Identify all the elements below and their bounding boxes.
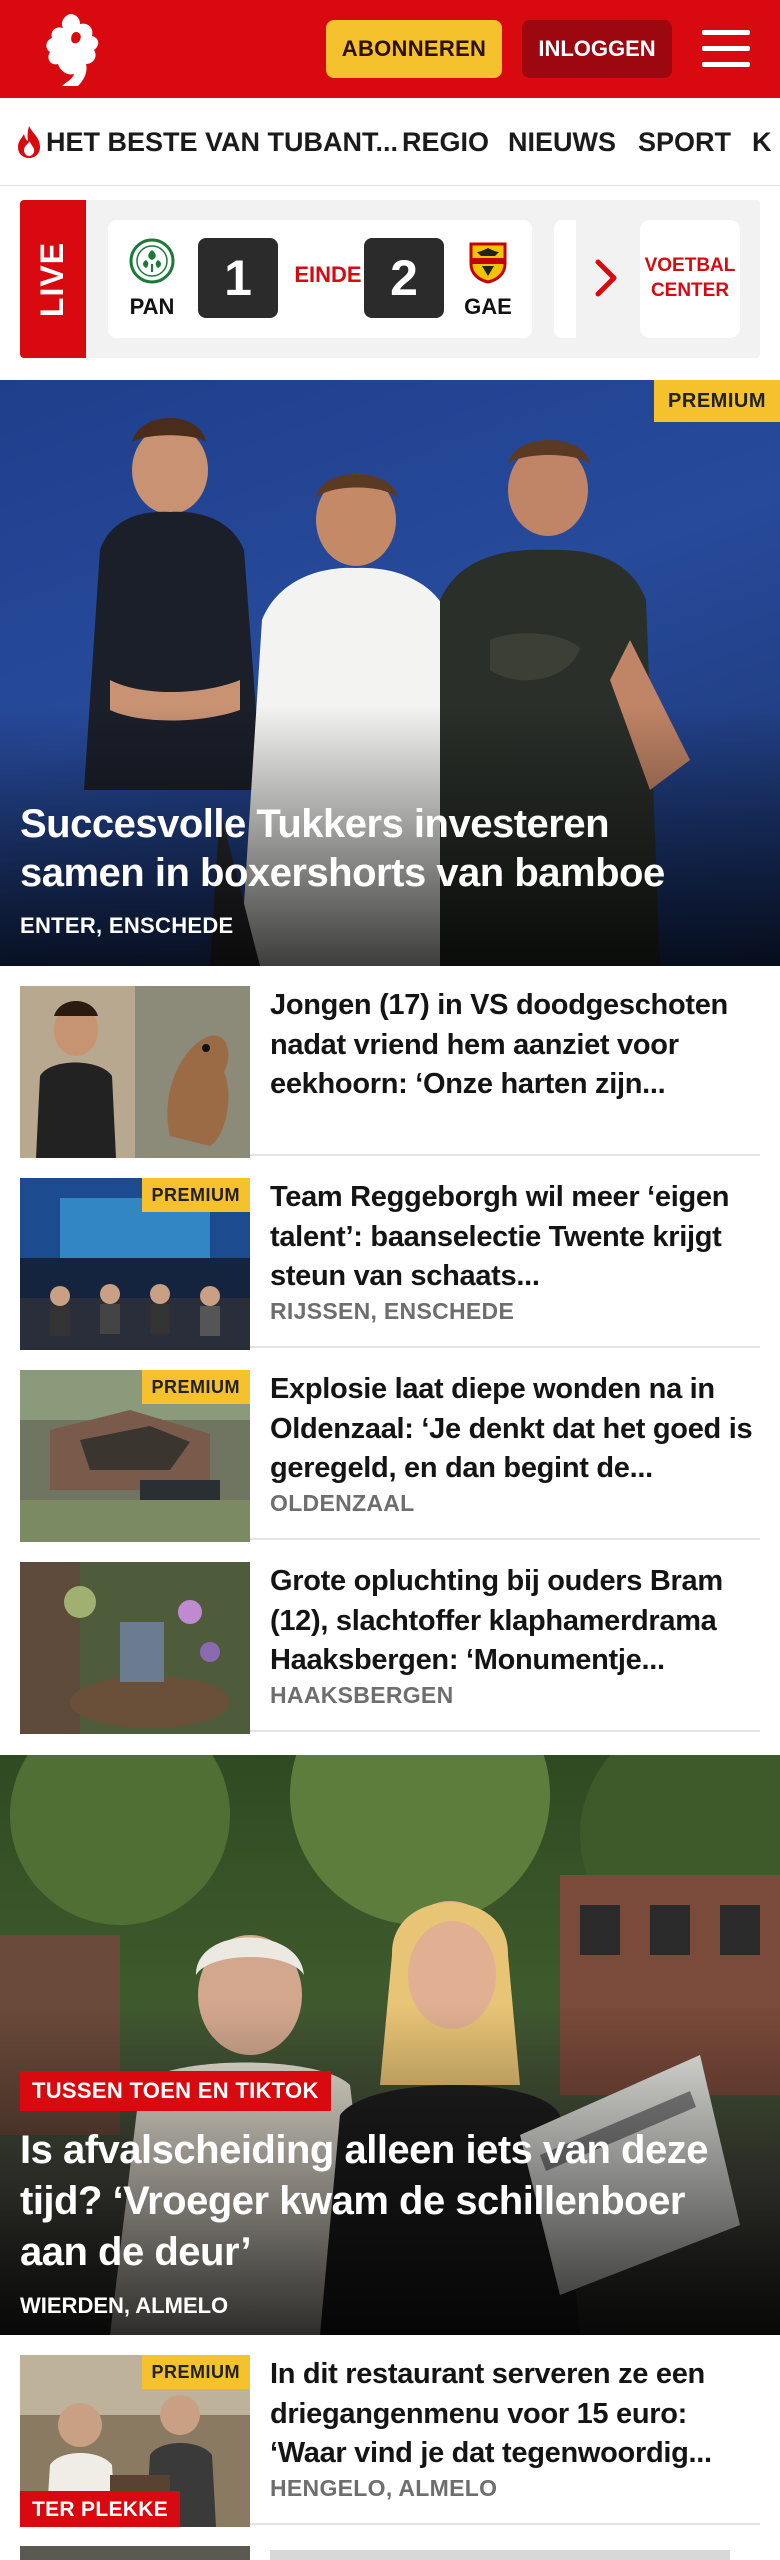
hero-location: ENTER, ENSCHEDE	[20, 913, 234, 938]
list-item[interactable]: PREMIUM Explosie laat diepe wonden na in…	[20, 1350, 760, 1542]
hamburger-menu-icon[interactable]	[702, 28, 750, 70]
article-thumbnail	[20, 1562, 250, 1734]
article-title[interactable]: Explosie laat diepe wonden na in Oldenza…	[270, 1370, 760, 1489]
article-location: HENGELO, ALMELO	[270, 2475, 498, 2501]
nav-item-sport[interactable]: SPORT	[638, 98, 732, 185]
panathinaikos-crest-icon	[129, 238, 175, 284]
nav-item-label: K	[752, 126, 772, 157]
premium-badge: PREMIUM	[654, 380, 780, 422]
nav-item-label: HET BESTE VAN TUBANT...	[46, 126, 399, 157]
premium-badge: PREMIUM	[141, 2355, 250, 2389]
article-thumbnail: PREMIUM TER PLEKKE	[20, 2355, 250, 2527]
article-title[interactable]: Grote opluchting bij ouders Bram (12), s…	[270, 1562, 760, 1681]
list-item[interactable]: PREMIUM TER PLEKKE In dit restaurant ser…	[20, 2335, 760, 2527]
article-thumbnail	[20, 986, 250, 1158]
nav-item-nieuws[interactable]: NIEUWS	[508, 98, 616, 185]
nav-item-regio[interactable]: REGIO	[402, 98, 490, 185]
nav-item-label: SPORT	[638, 126, 732, 157]
nav-item-label: NIEUWS	[508, 126, 616, 157]
article-title[interactable]: In dit restaurant serveren ze een driega…	[270, 2355, 760, 2474]
live-scores-bar: LIVE PAN 1 EINDE 2 GAE VOETBAL CENTER	[20, 200, 760, 358]
go-ahead-eagles-crest-icon	[469, 242, 507, 284]
feature-location: WIERDEN, ALMELO	[20, 2293, 229, 2318]
hero-title[interactable]: Succesvolle Tukkers investeren samen in …	[20, 800, 740, 898]
next-match-card-stub[interactable]	[554, 220, 576, 338]
home-team-name: PAN	[129, 294, 175, 319]
twente-horse-logo-icon[interactable]	[30, 8, 110, 90]
live-tag: LIVE	[20, 200, 86, 358]
list-item[interactable]: Jongen (17) in VS doodgeschoten nadat vr…	[20, 966, 760, 1158]
article-location: HAAKSBERGEN	[270, 1682, 454, 1708]
away-score: 2	[364, 238, 444, 318]
nav-item-best-of[interactable]: HET BESTE VAN TUBANT...	[16, 98, 399, 185]
next-item-title-peek	[270, 2550, 730, 2560]
hero-article[interactable]: PREMIUM Succesvolle Tukkers investeren s…	[0, 380, 780, 966]
voetbal-center-button[interactable]: VOETBAL CENTER	[640, 220, 740, 338]
section-nav: HET BESTE VAN TUBANT... REGIO NIEUWS SPO…	[0, 98, 780, 186]
premium-badge: PREMIUM	[141, 1370, 250, 1404]
article-thumbnail: PREMIUM	[20, 1178, 250, 1350]
article-location: RIJSSEN, ENSCHEDE	[270, 1298, 515, 1324]
feature-title[interactable]: Is afvalscheiding alleen iets van deze t…	[20, 2125, 760, 2277]
article-title[interactable]: Jongen (17) in VS doodgeschoten nadat vr…	[270, 986, 760, 1105]
feature-article[interactable]: TUSSEN TOEN EN TIKTOK Is afvalscheiding …	[0, 1755, 780, 2335]
home-score: 1	[198, 238, 278, 318]
nav-item-partial[interactable]: K	[752, 98, 772, 185]
list-item[interactable]: Grote opluchting bij ouders Bram (12), s…	[20, 1542, 760, 1734]
away-team: GAE	[456, 238, 520, 320]
article-location: OLDENZAAL	[270, 1490, 415, 1516]
chevron-right-icon[interactable]	[590, 256, 622, 300]
away-team-name: GAE	[464, 294, 512, 319]
flame-icon	[18, 126, 40, 158]
premium-badge: PREMIUM	[141, 1178, 250, 1212]
login-button[interactable]: INLOGGEN	[522, 20, 672, 78]
ter-plekke-tag[interactable]: TER PLEKKE	[20, 2491, 181, 2527]
top-bar: ABONNEREN INLOGGEN	[0, 0, 780, 98]
nav-item-label: REGIO	[402, 126, 490, 157]
series-tag[interactable]: TUSSEN TOEN EN TIKTOK	[20, 2071, 331, 2111]
list-item[interactable]: PREMIUM Team Reggeborgh wil meer ‘eigen …	[20, 1158, 760, 1350]
subscribe-button[interactable]: ABONNEREN	[326, 20, 502, 78]
match-status: EINDE	[294, 262, 362, 287]
next-item-thumbnail-peek	[20, 2546, 250, 2560]
article-thumbnail: PREMIUM	[20, 1370, 250, 1542]
home-team: PAN	[120, 238, 184, 320]
article-title[interactable]: Team Reggeborgh wil meer ‘eigen talent’:…	[270, 1178, 760, 1297]
match-card[interactable]: PAN 1 EINDE 2 GAE	[108, 220, 532, 338]
